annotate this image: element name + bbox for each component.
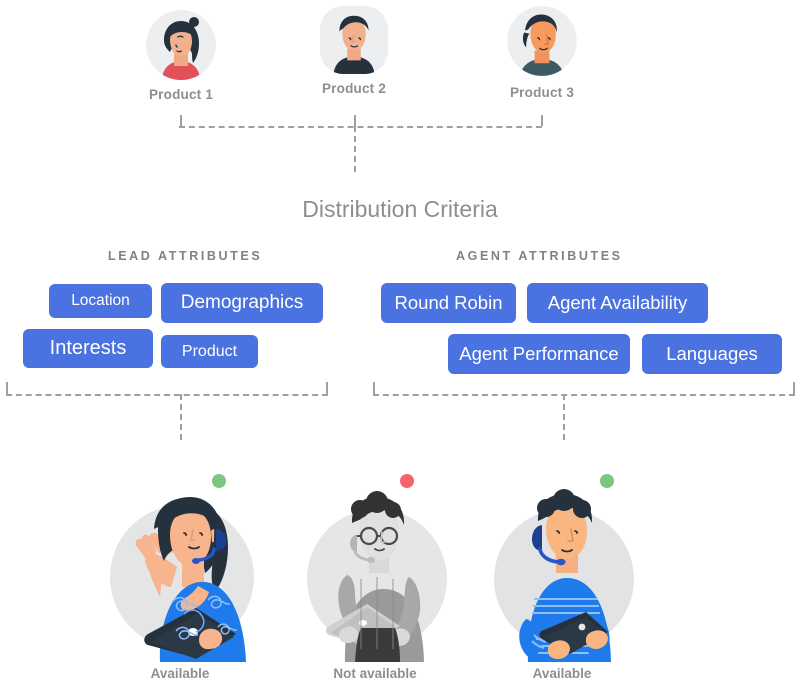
bracket-agent-left-tick <box>373 382 375 394</box>
connector-products-bus <box>179 126 542 128</box>
chip-label: Agent Availability <box>547 292 688 313</box>
connector-product-3-stem <box>541 115 543 126</box>
product-node-3: Product 3 <box>482 4 602 100</box>
chip-label: Round Robin <box>394 292 503 313</box>
chip-label: Languages <box>666 343 758 364</box>
agent-status-label: Available <box>150 666 210 681</box>
agent-woman-laptop-waving-icon <box>110 497 254 662</box>
agent-card-2: Not available <box>285 487 465 681</box>
chip-round-robin[interactable]: Round Robin <box>381 283 516 323</box>
connector-agent-to-agents <box>563 394 565 440</box>
bracket-lead-left-tick <box>6 382 8 394</box>
avatar-product-3-icon <box>507 6 577 76</box>
avatar-product-2-icon <box>320 6 388 74</box>
agent-man-laptop-grayscale-icon <box>307 491 447 662</box>
chip-label: Agent Performance <box>459 343 619 364</box>
chip-location[interactable]: Location <box>49 284 152 318</box>
chip-label: Demographics <box>180 292 304 313</box>
chip-label: Interests <box>49 337 127 359</box>
chip-product[interactable]: Product <box>161 335 258 368</box>
bracket-lead-bar <box>6 394 328 396</box>
status-dot-agent-1 <box>212 474 226 488</box>
avatar-product-1-icon <box>146 10 216 80</box>
product-node-1: Product 1 <box>121 10 241 102</box>
product-node-2: Product 2 <box>294 6 414 96</box>
connector-product-1-stem <box>180 115 182 126</box>
agent-card-1: Available <box>90 487 270 681</box>
agent-status-label: Not available <box>333 666 417 681</box>
group-heading-lead-attributes: LEAD ATTRIBUTES <box>108 249 263 263</box>
distribution-criteria-diagram: Product 1 Product 2 Product 3 Distributi… <box>0 0 800 688</box>
product-label: Product 3 <box>509 85 575 100</box>
chip-label: Location <box>71 292 130 309</box>
status-dot-agent-2 <box>400 474 414 488</box>
agent-status-label: Available <box>532 666 592 681</box>
chip-label: Product <box>181 342 238 360</box>
connector-lead-to-agents <box>180 394 182 440</box>
product-label: Product 1 <box>148 87 214 102</box>
chip-demographics[interactable]: Demographics <box>161 283 323 323</box>
group-heading-agent-attributes: AGENT ATTRIBUTES <box>456 249 623 263</box>
page-title: Distribution Criteria <box>302 196 498 222</box>
chip-agent-performance[interactable]: Agent Performance <box>448 334 630 374</box>
chip-agent-availability[interactable]: Agent Availability <box>527 283 708 323</box>
connector-products-to-title <box>354 126 356 172</box>
chip-interests[interactable]: Interests <box>23 329 153 368</box>
bracket-agent-right-tick <box>793 382 795 394</box>
chip-languages[interactable]: Languages <box>642 334 782 374</box>
product-label: Product 2 <box>321 81 387 96</box>
bracket-lead-right-tick <box>326 382 328 394</box>
agent-man-tablet-icon <box>494 489 634 662</box>
connector-product-2-stem <box>354 115 356 126</box>
status-dot-agent-3 <box>600 474 614 488</box>
bracket-agent-bar <box>373 394 795 396</box>
agent-card-3: Available <box>472 487 652 681</box>
